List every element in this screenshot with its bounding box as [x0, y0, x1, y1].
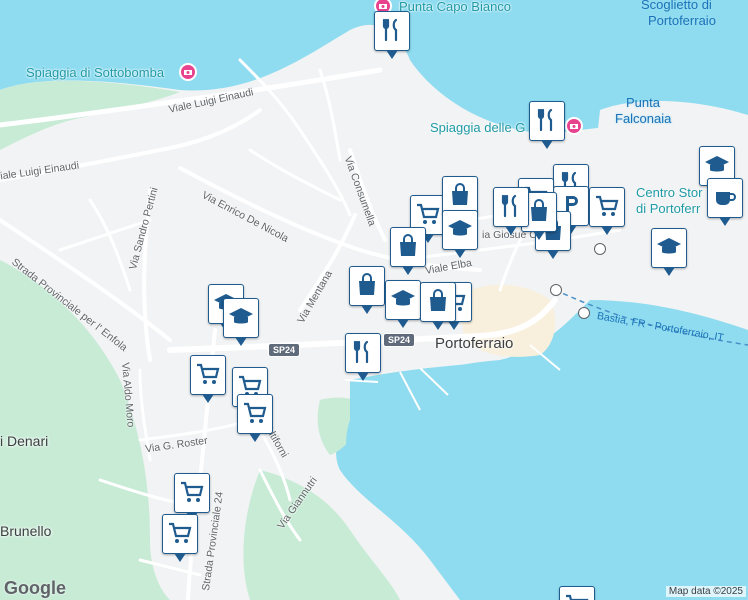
cart-icon[interactable]	[589, 187, 625, 235]
shopping-bag-icon[interactable]	[349, 266, 385, 314]
denari-label: i Denari	[0, 433, 49, 449]
camera-icon[interactable]	[179, 63, 197, 81]
restaurant-icon[interactable]	[345, 333, 381, 381]
scoglietto-label-2: Portoferraio	[648, 13, 716, 28]
restaurant-icon[interactable]	[529, 101, 565, 149]
spiaggia-ghiaie-label[interactable]: Spiaggia delle G	[430, 121, 525, 134]
ferry-terminal-icon[interactable]	[594, 243, 606, 255]
restaurant-icon[interactable]	[374, 11, 410, 59]
cart-icon[interactable]	[190, 355, 226, 403]
school-icon[interactable]	[651, 228, 687, 276]
cart-icon[interactable]	[162, 514, 198, 562]
brunello-label: Brunello	[0, 523, 52, 539]
map-attribution[interactable]: Map data ©2025	[665, 586, 746, 597]
town-label-portoferraio[interactable]: Portoferraio	[435, 336, 513, 351]
scoglietto-label-1: Scoglietto di	[641, 0, 712, 12]
map-canvas[interactable]: Scoglietto di Portoferraio Punta Falcona…	[0, 0, 748, 600]
restaurant-icon[interactable]	[493, 187, 529, 235]
cart-icon[interactable]	[237, 394, 273, 442]
school-icon[interactable]	[223, 298, 259, 346]
punta-falconaia-label-2: Falconaia	[615, 111, 672, 126]
cart-icon[interactable]	[559, 586, 595, 600]
school-icon[interactable]	[442, 210, 478, 258]
centro-storico-label-2[interactable]: di Portoferr	[636, 202, 700, 215]
spiaggia-sottobomba-label[interactable]: Spiaggia di Sottobomba	[26, 66, 164, 79]
punta-capo-bianco-label[interactable]: Punta Capo Bianco	[399, 0, 511, 13]
school-icon[interactable]	[385, 280, 421, 328]
ferry-terminal-icon[interactable]	[578, 307, 590, 319]
punta-falconaia-label-1: Punta	[626, 95, 660, 110]
shopping-bag-icon[interactable]	[420, 282, 456, 330]
cafe-icon[interactable]	[707, 178, 743, 226]
sp24-shield-2: SP24	[383, 333, 416, 347]
ferry-terminal-icon[interactable]	[550, 284, 562, 296]
shopping-bag-icon[interactable]	[390, 227, 426, 275]
camera-icon[interactable]	[565, 117, 583, 135]
centro-storico-label-1[interactable]: Centro Stor	[636, 186, 702, 199]
sp24-shield-1: SP24	[268, 343, 301, 357]
cart-icon[interactable]	[174, 473, 210, 521]
google-logo[interactable]: Google	[4, 578, 66, 599]
